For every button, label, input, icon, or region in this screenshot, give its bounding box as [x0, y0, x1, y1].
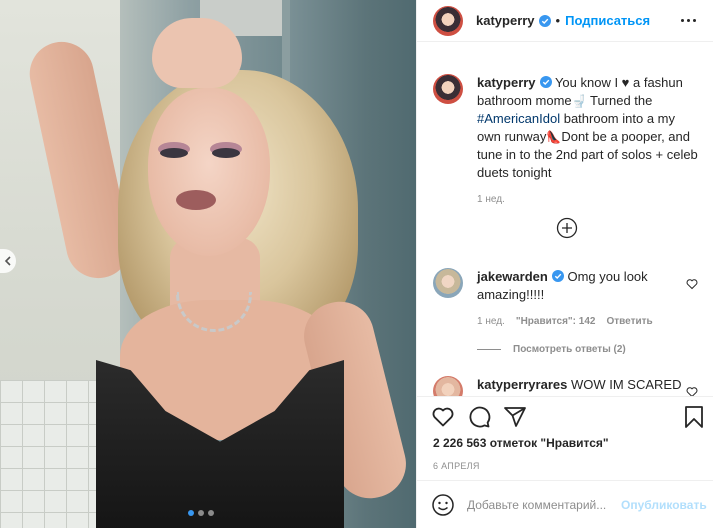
author-avatar[interactable] [433, 5, 463, 36]
caption-comment: katyperry You know I ♥ a fashun bathroom… [433, 74, 698, 205]
commenter-username[interactable]: katyperryrares [477, 377, 567, 392]
photo-eye-left [160, 148, 188, 158]
view-replies-label: Посмотреть ответы (2) [513, 344, 626, 355]
heart-icon[interactable] [686, 278, 698, 290]
caption-text: You know I [554, 75, 622, 90]
photo-hand [152, 18, 242, 88]
bookmark-icon[interactable] [682, 405, 706, 429]
commenter-username[interactable]: jakewarden [477, 269, 548, 284]
photo-face [148, 88, 270, 256]
caption-time[interactable]: 1 нед. [477, 194, 505, 205]
verified-badge-icon [551, 270, 564, 282]
verified-badge-icon [539, 76, 552, 88]
chevron-left-icon [4, 256, 11, 266]
verified-badge-icon [538, 14, 551, 27]
photo-eye-right [212, 148, 240, 158]
post-header: katyperry • Подписаться [417, 0, 713, 42]
view-replies-button[interactable]: Посмотреть ответы (2) [477, 344, 626, 355]
caption-meta: 1 нед. [477, 194, 698, 205]
add-comment-bar: Опубликовать [417, 480, 713, 528]
header-separator: • [555, 13, 561, 28]
carousel-dots [188, 510, 214, 516]
commenter-avatar[interactable] [433, 376, 463, 396]
comment-text: WOW IM SCARED [570, 377, 682, 392]
comment-item: katyperryrares WOW IM SCARED [433, 376, 698, 396]
author-username[interactable]: katyperry [476, 13, 535, 28]
carousel-dot [188, 510, 194, 516]
photo-lips [176, 190, 216, 210]
post-date[interactable]: 6 АПРЕЛЯ [433, 461, 480, 471]
carousel-dot [208, 510, 214, 516]
comment-body: katyperryrares WOW IM SCARED [477, 376, 698, 394]
comment-body: jakewarden Omg you look amazing!!!!! [477, 268, 698, 304]
emoji-icon[interactable] [431, 493, 455, 517]
follow-button[interactable]: Подписаться [565, 13, 650, 28]
share-icon[interactable] [503, 405, 527, 429]
post-side-panel: katyperry • Подписаться katyperry You kn… [416, 0, 713, 528]
comment-item: jakewarden Omg you look amazing!!!!! 1 н… [433, 268, 698, 327]
reply-button[interactable]: Ответить [606, 316, 652, 327]
caption-avatar[interactable] [433, 74, 463, 104]
comment-meta: 1 нед. "Нравится": 142 Ответить [477, 316, 698, 327]
comment-time[interactable]: 1 нед. [477, 316, 505, 327]
more-options-icon[interactable] [678, 12, 698, 28]
caption-body: katyperry You know I ♥ a fashun bathroom… [477, 74, 698, 182]
comments-list[interactable]: katyperry You know I ♥ a fashun bathroom… [417, 58, 713, 396]
hashtag-link[interactable]: #AmericanIdol [477, 111, 560, 126]
commenter-avatar[interactable] [433, 268, 463, 298]
publish-button[interactable]: Опубликовать [621, 498, 707, 512]
comment-icon[interactable] [467, 405, 491, 429]
heel-emoji: 👠 [546, 130, 562, 144]
post-photo[interactable] [0, 0, 416, 528]
replies-line [477, 349, 501, 350]
likes-count[interactable]: 2 226 563 отметок "Нравится" [433, 436, 609, 450]
caption-text: Turned the [586, 93, 653, 108]
caption-author[interactable]: katyperry [477, 75, 536, 90]
comment-input[interactable] [467, 497, 619, 512]
heart-icon[interactable] [431, 405, 455, 429]
toilet-emoji: 🚽 [571, 94, 587, 108]
post-actions [417, 396, 713, 436]
plus-circle-icon[interactable] [556, 217, 578, 239]
comment-likes[interactable]: "Нравится": 142 [516, 316, 596, 327]
heart-icon[interactable] [686, 386, 698, 396]
carousel-dot [198, 510, 204, 516]
